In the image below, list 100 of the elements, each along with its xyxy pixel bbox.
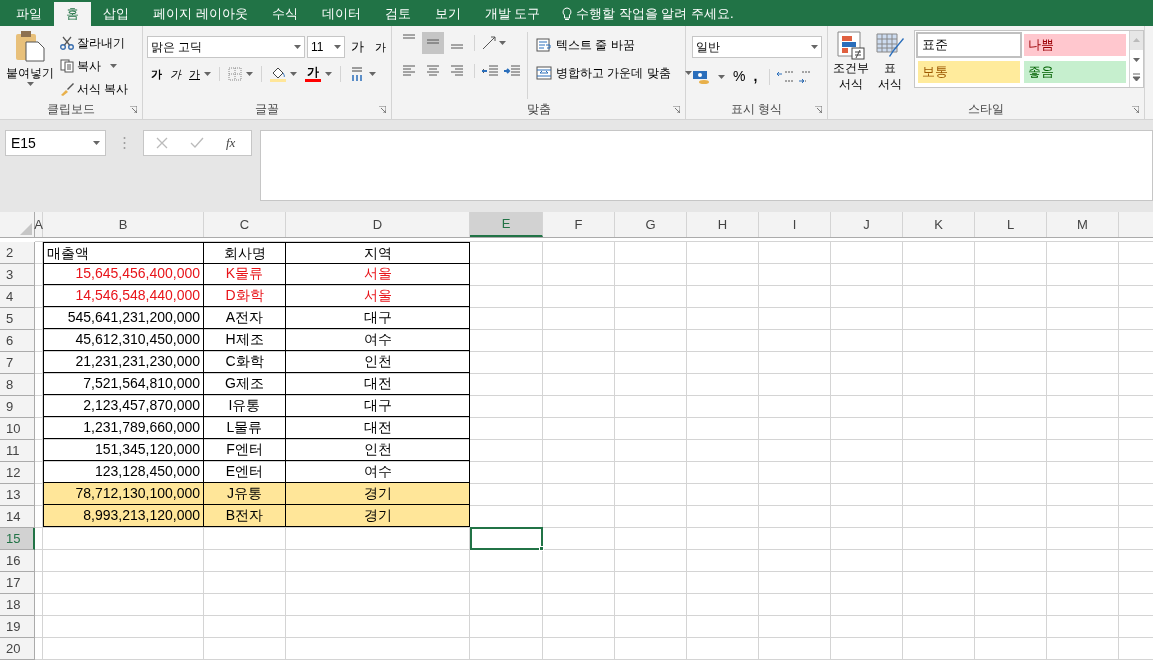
grip-icon[interactable]: [123, 136, 126, 150]
wrap-text-icon[interactable]: [536, 38, 552, 52]
increase-indent-icon[interactable]: [503, 64, 521, 78]
ribbon-tab[interactable]: 홈: [54, 2, 91, 26]
row-header[interactable]: 18: [0, 594, 35, 616]
lightbulb-icon[interactable]: [562, 7, 573, 21]
caret-icon[interactable]: [718, 74, 725, 79]
italic-button[interactable]: 가: [170, 66, 181, 83]
shrink-font-button[interactable]: 가: [375, 38, 386, 56]
insert-function-button[interactable]: fx: [226, 133, 236, 153]
row-header[interactable]: 3: [0, 264, 35, 286]
ribbon-tab[interactable]: 페이지 레이아웃: [141, 2, 260, 26]
row-header[interactable]: 10: [0, 418, 35, 440]
ribbon-tab[interactable]: 검토: [372, 2, 423, 26]
row-header[interactable]: 14: [0, 506, 35, 528]
phonetic-guide-icon[interactable]: [349, 66, 365, 83]
selected-cell[interactable]: [470, 527, 543, 550]
tell-me-search[interactable]: 수행할 작업을 알려 주세요.: [576, 4, 734, 24]
scissors-icon[interactable]: [60, 35, 74, 50]
row-header[interactable]: 7: [0, 352, 35, 374]
caret-icon[interactable]: [684, 71, 692, 75]
column-header[interactable]: C: [204, 212, 286, 237]
fill-color-icon[interactable]: [270, 66, 286, 83]
caret-icon[interactable]: [499, 41, 506, 45]
dialog-launcher-icon[interactable]: [673, 106, 680, 113]
ribbon-tab[interactable]: 데이터: [309, 2, 373, 26]
clipboard-icon[interactable]: [15, 30, 45, 62]
cell-style-item[interactable]: 나쁨: [1024, 34, 1126, 56]
row-header[interactable]: 8: [0, 374, 35, 396]
conditional-format-icon[interactable]: [835, 30, 866, 60]
row-header[interactable]: 13: [0, 484, 35, 506]
format-painter-button[interactable]: 서식 복사: [60, 78, 129, 99]
caret-icon[interactable]: [93, 141, 100, 145]
orientation-icon[interactable]: [481, 35, 497, 51]
caret-icon[interactable]: [290, 72, 297, 77]
ribbon-tab[interactable]: 수식: [259, 2, 310, 26]
font-name-dropdown[interactable]: 맑은 고딕: [147, 36, 305, 58]
decrease-indent-icon[interactable]: [481, 64, 499, 78]
column-header[interactable]: E: [470, 212, 543, 237]
font-color-button[interactable]: 가: [305, 66, 332, 83]
column-header[interactable]: H: [687, 212, 759, 237]
caret-icon[interactable]: [294, 45, 301, 49]
name-box[interactable]: E15: [5, 130, 106, 156]
ribbon-tab[interactable]: 삽입: [91, 2, 141, 26]
row-header[interactable]: 4: [0, 286, 35, 308]
row-header[interactable]: 12: [0, 462, 35, 484]
row-header[interactable]: 9: [0, 396, 35, 418]
row-header[interactable]: 5: [0, 308, 35, 330]
row-header[interactable]: 11: [0, 440, 35, 462]
merge-center-button[interactable]: 병합하고 가운데 맞춤: [536, 62, 692, 84]
column-header[interactable]: K: [903, 212, 975, 237]
column-header[interactable]: J: [831, 212, 903, 237]
caret-icon[interactable]: [811, 45, 818, 49]
ribbon-tab[interactable]: 개발 도구: [472, 2, 553, 26]
font-size-dropdown[interactable]: 11: [307, 36, 345, 58]
column-header[interactable]: B: [43, 212, 204, 237]
format-as-table-button[interactable]: 표 서식: [871, 30, 908, 99]
cut-button[interactable]: 잘라내기: [60, 32, 129, 53]
comma-button[interactable]: ,: [753, 66, 758, 87]
copy-icon[interactable]: [60, 58, 74, 73]
column-header[interactable]: G: [615, 212, 687, 237]
caret-icon[interactable]: [369, 72, 376, 77]
merge-cells-icon[interactable]: [536, 66, 552, 80]
caret-icon[interactable]: [246, 72, 253, 77]
number-format-dropdown[interactable]: 일반: [692, 36, 822, 58]
dialog-launcher-icon[interactable]: [815, 106, 822, 113]
column-header[interactable]: M: [1047, 212, 1119, 237]
ribbon-tab[interactable]: 파일: [4, 2, 54, 26]
percent-button[interactable]: %: [733, 66, 746, 87]
wrap-text-button[interactable]: 텍스트 줄 바꿈: [536, 34, 692, 56]
caret-icon[interactable]: [204, 72, 211, 77]
grow-font-button[interactable]: 가: [351, 37, 367, 57]
row-header[interactable]: 20: [0, 638, 35, 660]
copy-button[interactable]: 복사: [60, 55, 129, 76]
row-header[interactable]: 16: [0, 550, 35, 572]
caret-icon[interactable]: [110, 63, 117, 68]
row-header[interactable]: 2: [0, 242, 35, 264]
column-header[interactable]: L: [975, 212, 1047, 237]
row-header[interactable]: 17: [0, 572, 35, 594]
dialog-launcher-icon[interactable]: [1132, 106, 1139, 113]
caret-icon[interactable]: [334, 45, 341, 49]
row-header[interactable]: 19: [0, 616, 35, 638]
bold-button[interactable]: 가: [151, 66, 162, 83]
cell-style-item[interactable]: 표준: [918, 34, 1020, 56]
fill-handle[interactable]: [539, 546, 544, 551]
cell-style-item[interactable]: 좋음: [1024, 61, 1126, 83]
dialog-launcher-icon[interactable]: [379, 106, 386, 113]
conditional-formatting-button[interactable]: 조건부 서식: [832, 30, 869, 99]
paste-button[interactable]: 붙여넣기: [4, 30, 56, 98]
dialog-launcher-icon[interactable]: [130, 106, 137, 113]
ribbon-tab[interactable]: 보기: [422, 2, 473, 26]
column-header[interactable]: I: [759, 212, 831, 237]
caret-icon[interactable]: [26, 82, 34, 86]
column-header[interactable]: F: [543, 212, 615, 237]
caret-icon[interactable]: [325, 72, 332, 77]
column-header[interactable]: A: [35, 212, 43, 237]
row-header[interactable]: 15: [0, 528, 35, 550]
underline-button[interactable]: 가: [189, 66, 211, 83]
formula-input[interactable]: [260, 130, 1153, 201]
paintbrush-icon[interactable]: [60, 81, 74, 96]
